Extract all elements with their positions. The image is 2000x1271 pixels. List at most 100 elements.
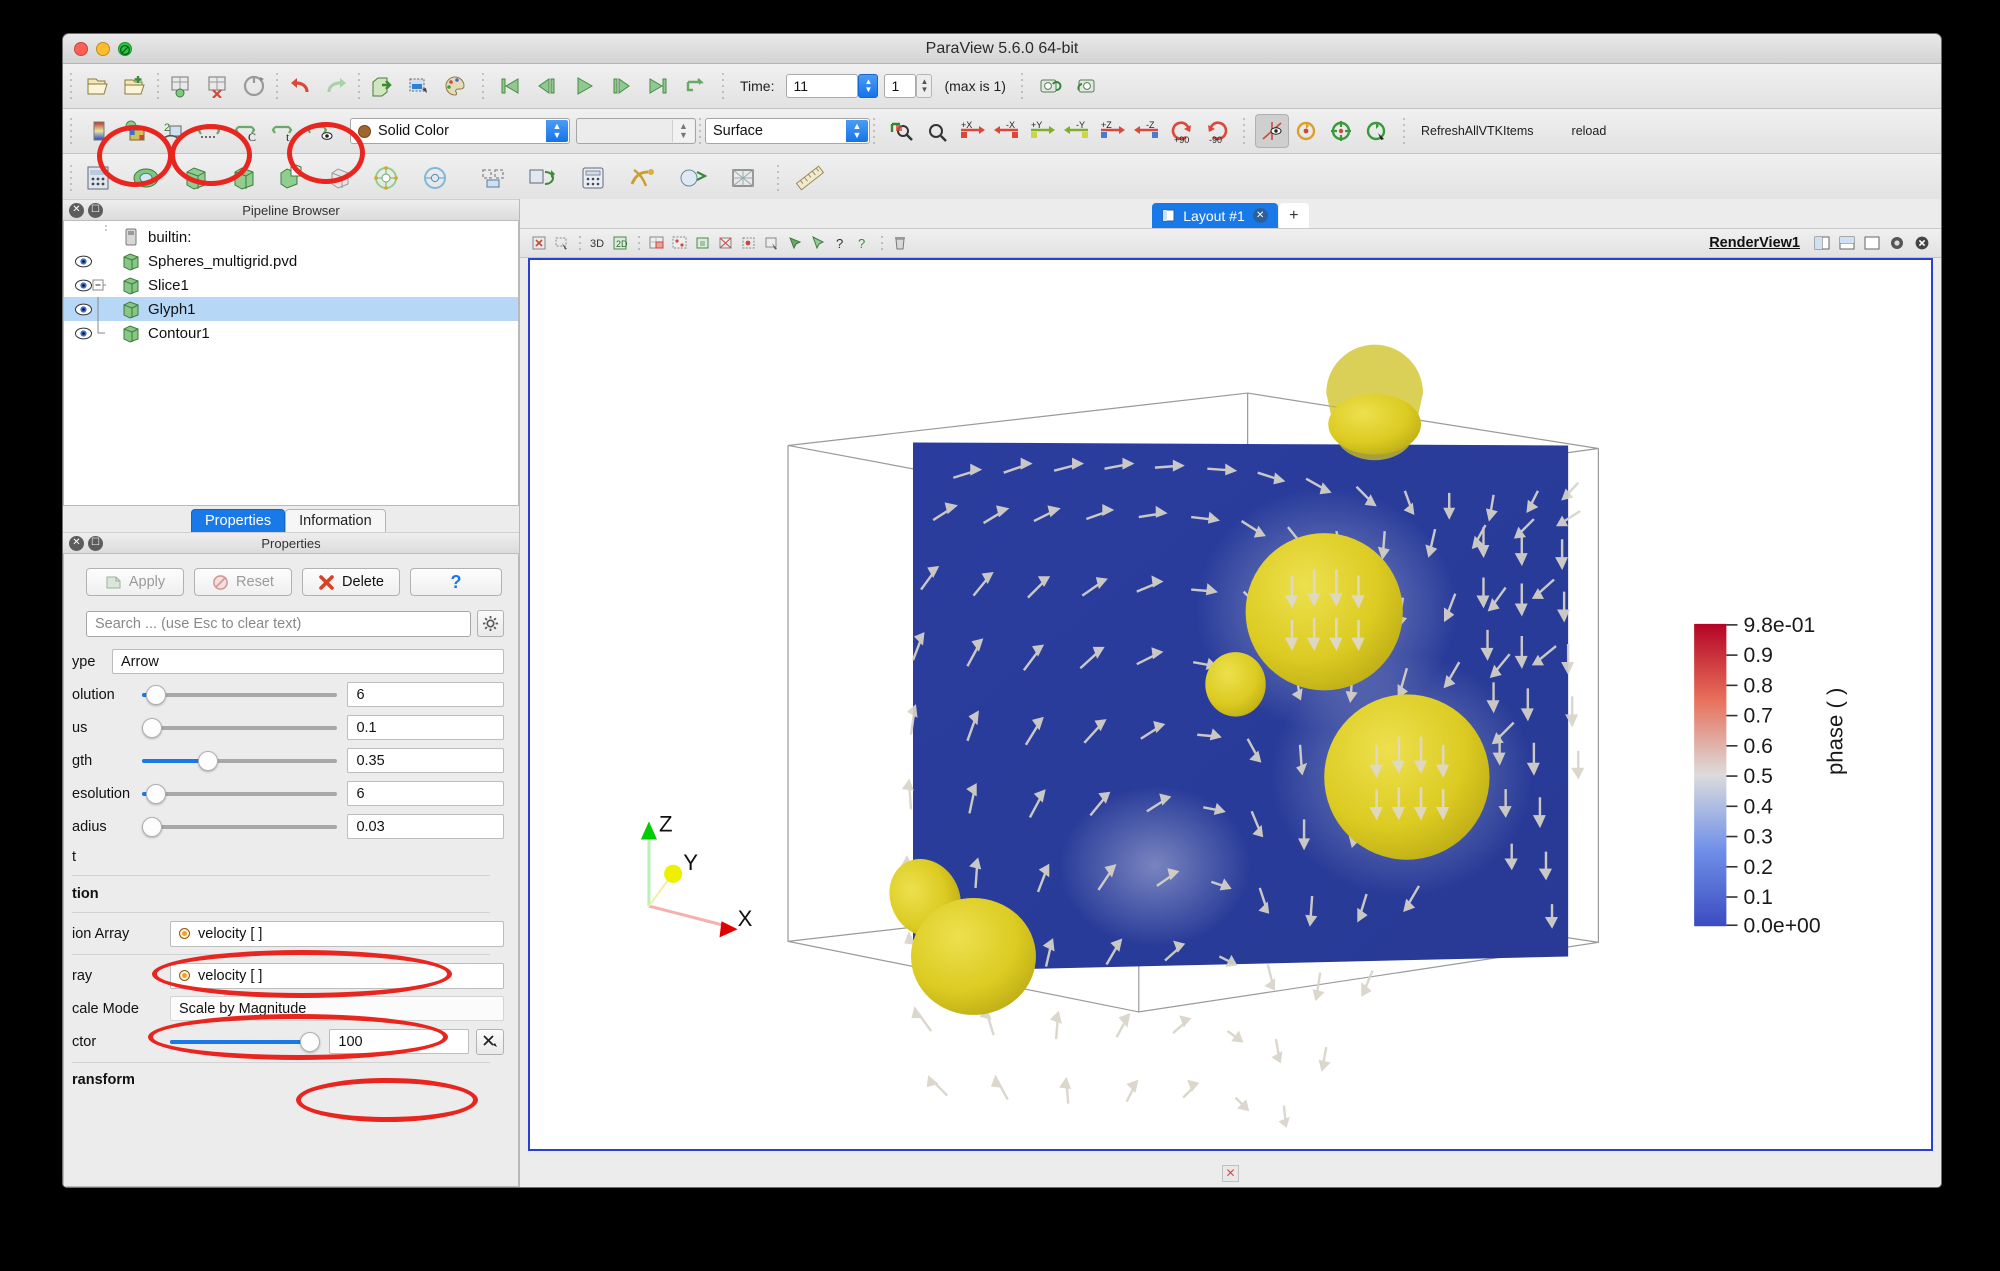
calculator-icon[interactable] — [576, 161, 610, 195]
reset-center-icon[interactable] — [1290, 114, 1324, 148]
select-help-icon[interactable]: ? — [830, 232, 852, 254]
redo-icon[interactable] — [320, 69, 354, 103]
select-surface-points-icon[interactable] — [669, 232, 691, 254]
tip-resolution-value[interactable]: 6 — [347, 682, 504, 707]
pipeline-browser[interactable]: builtin: Spheres_multigrid.pvd Slice1 Gl… — [63, 221, 519, 506]
rotate-90-ccw-icon[interactable]: +90 — [1165, 114, 1199, 148]
first-frame-icon[interactable] — [494, 69, 528, 103]
tip-resolution-slider[interactable] — [142, 682, 338, 707]
camera-redo-icon[interactable] — [1070, 69, 1104, 103]
rescale-to-data-icon[interactable] — [119, 114, 153, 148]
tip-length-slider[interactable] — [142, 748, 338, 773]
split-horizontal-icon[interactable] — [1811, 232, 1833, 254]
color-by-select[interactable]: Solid Color ▲ ▼ — [350, 118, 570, 144]
tip-length-value[interactable]: 0.35 — [347, 748, 504, 773]
play-icon[interactable] — [568, 69, 602, 103]
visibility-toggle[interactable] — [74, 255, 92, 268]
undock-icon[interactable]: ☐ — [88, 202, 103, 218]
gradient-icon[interactable] — [676, 161, 710, 195]
stream-tracer-icon[interactable] — [370, 161, 404, 195]
chevron-updown-icon[interactable]: ▲ ▼ — [846, 120, 868, 142]
mesh-quality-icon[interactable] — [726, 161, 760, 195]
add-layout-button[interactable]: + — [1278, 203, 1309, 228]
color-component-select[interactable]: ▲ ▼ — [576, 118, 696, 144]
mode-2d-icon[interactable]: 2D — [610, 232, 632, 254]
plus-z-icon[interactable]: +Z — [1095, 114, 1129, 148]
camera-undo-icon[interactable] — [1033, 69, 1067, 103]
plus-y-icon[interactable]: +Y — [1025, 114, 1059, 148]
open-file-icon[interactable] — [82, 69, 116, 103]
close-icon[interactable]: ✕ — [1252, 208, 1268, 223]
warp-icon[interactable] — [418, 161, 452, 195]
tab-properties[interactable]: Properties — [191, 509, 286, 532]
shaft-resolution-slider[interactable] — [142, 781, 338, 806]
pipeline-item-spheres[interactable]: Spheres_multigrid.pvd — [64, 249, 518, 273]
pipeline-item-builtin[interactable]: builtin: — [64, 225, 518, 249]
render-view[interactable]: Z X Y 9.8e-01 0.9 0.8 0.7 0.6 0.5 0.4 0.… — [528, 258, 1933, 1151]
close-view-icon[interactable] — [1911, 232, 1933, 254]
orientation-array-select[interactable]: velocity [ ] — [170, 920, 504, 947]
slider-knob[interactable] — [146, 684, 167, 705]
next-frame-icon[interactable] — [605, 69, 639, 103]
color-palette-icon[interactable] — [439, 69, 473, 103]
visibility-toggle[interactable] — [74, 279, 92, 292]
select-cells-icon[interactable] — [551, 232, 573, 254]
edit-color-map-icon[interactable] — [82, 114, 116, 148]
slider-knob[interactable] — [299, 1031, 320, 1052]
hover-cells-icon[interactable] — [761, 232, 783, 254]
maximize-icon[interactable] — [1861, 232, 1883, 254]
visibility-toggle[interactable] — [74, 303, 92, 316]
undock-icon[interactable]: ☐ — [88, 535, 103, 551]
hover-points-icon[interactable] — [784, 232, 806, 254]
select-frustum-cells-icon[interactable] — [692, 232, 714, 254]
mode-3d-icon[interactable]: 3D — [587, 232, 609, 254]
scale-factor-value[interactable]: 100 — [329, 1029, 470, 1054]
extract-subset-icon[interactable] — [226, 161, 260, 195]
layout-tab-1[interactable]: Layout #1 ✕ — [1152, 203, 1278, 228]
rotate-90-cw-icon[interactable]: -90 — [1200, 114, 1234, 148]
frame-input[interactable]: 1 — [884, 74, 917, 98]
python-calculator-icon[interactable] — [626, 161, 660, 195]
save-state-icon[interactable] — [164, 69, 198, 103]
undo-icon[interactable] — [283, 69, 317, 103]
slider-knob[interactable] — [198, 750, 219, 771]
spreadsheet-icon[interactable] — [82, 161, 116, 195]
scale-mode-select[interactable]: Scale by Magnitude — [170, 996, 504, 1021]
pipeline-item-glyph1[interactable]: Glyph1 — [64, 297, 518, 321]
pipeline-dock-buttons[interactable]: ✕ ☐ — [63, 202, 103, 218]
rescale-custom-icon[interactable]: 2 — [156, 114, 190, 148]
interactive-select-icon[interactable] — [807, 232, 829, 254]
apply-button[interactable]: Apply — [86, 568, 184, 596]
macro-reload-button[interactable]: reload — [1572, 124, 1607, 138]
glyph-icon[interactable] — [322, 161, 356, 195]
slider-knob[interactable] — [142, 816, 163, 837]
representation-select[interactable]: Surface ▲ ▼ — [705, 118, 870, 144]
rescale-to-range-icon[interactable] — [193, 114, 227, 148]
shaft-radius-slider[interactable] — [142, 814, 338, 839]
chevron-updown-icon[interactable]: ▲ ▼ — [546, 120, 568, 142]
export-scene-icon[interactable] — [365, 69, 399, 103]
scale-factor-slider[interactable] — [169, 1029, 320, 1054]
select-points-through-icon[interactable] — [738, 232, 760, 254]
minus-y-icon[interactable]: -Y — [1060, 114, 1094, 148]
close-icon[interactable]: ✕ — [69, 535, 84, 551]
search-input[interactable]: Search ... (use Esc to clear text) — [86, 610, 471, 637]
minus-x-icon[interactable]: -X — [990, 114, 1024, 148]
pick-center-icon[interactable] — [1325, 114, 1359, 148]
toggle-center-icon[interactable] — [1360, 114, 1394, 148]
scale-array-select[interactable]: velocity [ ] — [170, 962, 504, 989]
previous-frame-icon[interactable] — [531, 69, 565, 103]
properties-dock-buttons[interactable]: ✕ ☐ — [63, 535, 103, 551]
delete-button[interactable]: Delete — [302, 568, 400, 596]
rescale-over-time-icon[interactable]: C — [230, 114, 264, 148]
tip-radius-slider[interactable] — [142, 715, 338, 740]
slice-icon[interactable] — [130, 161, 164, 195]
slider-knob[interactable] — [142, 717, 163, 738]
reset-camera-icon[interactable] — [920, 114, 954, 148]
rescale-visible-icon[interactable]: t — [267, 114, 301, 148]
reset-session-icon[interactable] — [238, 69, 272, 103]
loop-icon[interactable] — [679, 69, 713, 103]
time-stepper[interactable]: ▲ ▼ — [858, 74, 879, 98]
pipeline-item-contour1[interactable]: Contour1 — [64, 321, 518, 345]
clear-selection-icon[interactable] — [889, 232, 911, 254]
